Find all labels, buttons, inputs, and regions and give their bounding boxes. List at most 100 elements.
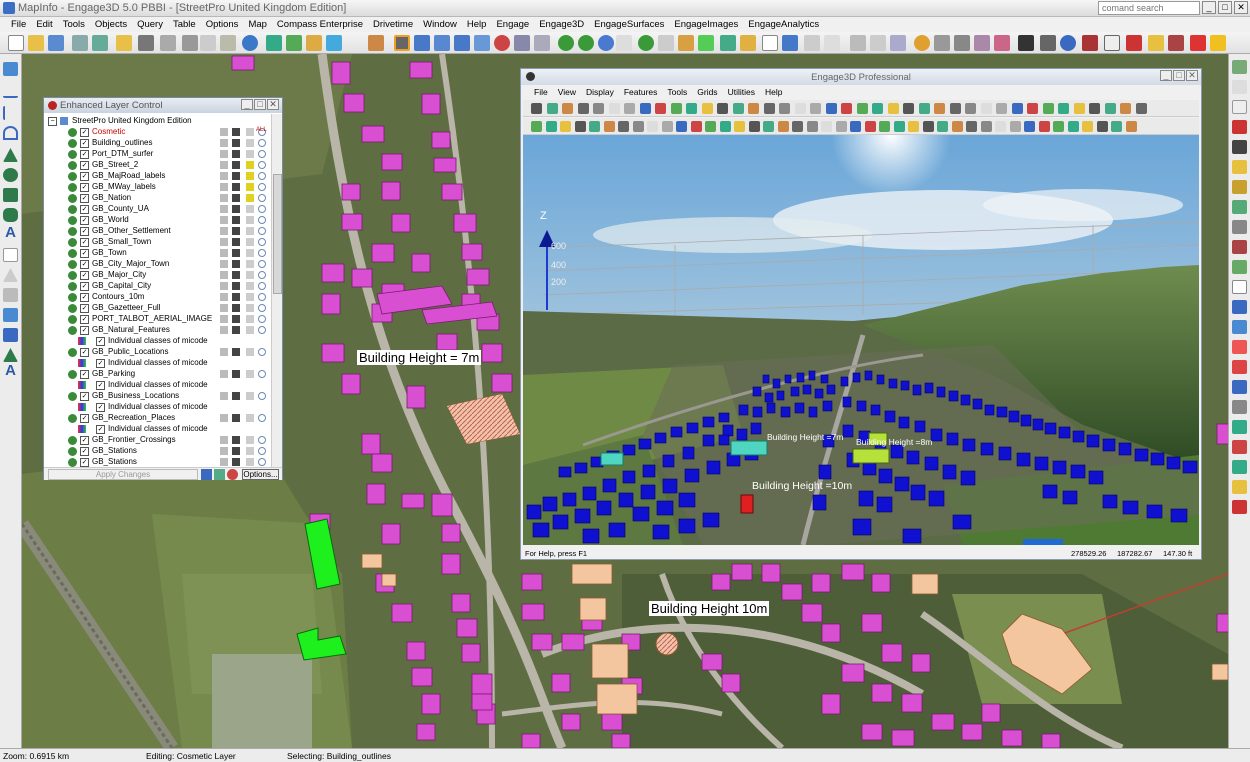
menu-map[interactable]: Map [243,19,271,30]
selectable-icon[interactable] [232,249,240,257]
network-icon[interactable] [1040,35,1056,51]
menu-table[interactable]: Table [168,19,201,30]
e3d-tool-2-4-icon[interactable] [574,121,586,132]
selectable-icon[interactable] [232,326,240,334]
cut-icon[interactable] [182,35,198,51]
close-button[interactable]: ✕ [1234,1,1248,14]
zoom-layer-icon[interactable] [258,392,266,400]
e3d-tool-2-41-icon[interactable] [1111,121,1122,132]
e3d-tool-2-27-icon[interactable] [908,121,919,132]
invert-select-icon[interactable] [514,35,530,51]
zoom-in-icon[interactable] [558,35,574,51]
visibility-icon[interactable] [68,348,77,357]
label-icon[interactable] [246,271,254,279]
remove-icon[interactable] [1126,35,1142,51]
selectable-icon[interactable] [232,150,240,158]
route-icon[interactable] [974,35,990,51]
label-icon[interactable] [246,260,254,268]
editable-icon[interactable] [220,458,228,466]
e3d-tool-1-6-icon[interactable] [608,103,620,114]
symbol-tool-icon[interactable] [3,62,18,76]
label-icon[interactable] [246,216,254,224]
e3d-tool-2-5-icon[interactable] [589,121,600,132]
engage3d-close-button[interactable]: ✕ [1186,70,1198,81]
r-tool-10-icon[interactable] [1232,240,1247,254]
editable-icon[interactable] [220,128,228,136]
zoom-layer-icon[interactable] [258,260,266,268]
editable-icon[interactable] [220,370,228,378]
label-icon[interactable] [246,436,254,444]
layer-checkbox[interactable]: ✓ [80,194,89,203]
e3d-tool-1-39-icon[interactable] [1120,103,1131,114]
e3d-menu-grids[interactable]: Grids [692,86,722,99]
selectable-icon[interactable] [232,194,240,202]
visibility-icon[interactable] [68,139,77,148]
reshape-tool-icon[interactable] [3,268,18,282]
label-icon[interactable] [246,128,254,136]
r-tool-23-icon[interactable] [1232,500,1247,514]
text-tool-icon[interactable]: A [3,225,18,240]
e3d-tool-1-31-icon[interactable] [996,103,1007,114]
e3d-tool-2-30-icon[interactable] [951,121,963,132]
e3d-tool-1-8-icon[interactable] [639,103,651,114]
clip-region-icon[interactable] [804,35,820,51]
visibility-icon[interactable] [68,260,77,269]
layer-checkbox[interactable]: ✓ [96,381,105,390]
editable-icon[interactable] [220,304,228,312]
editable-icon[interactable] [220,282,228,290]
selectable-icon[interactable] [232,128,240,136]
selectable-icon[interactable] [232,293,240,301]
selectable-icon[interactable] [232,183,240,191]
zoom-layer-icon[interactable] [258,414,266,422]
e3d-tool-2-8-icon[interactable] [632,121,644,132]
r-tool-18-icon[interactable] [1232,400,1247,414]
print-preview-icon[interactable] [160,35,176,51]
layer-checkbox[interactable]: ✓ [80,260,89,269]
lightning-icon[interactable] [1148,35,1164,51]
zoom-out-icon[interactable] [578,35,594,51]
e3d-tool-1-19-icon[interactable] [810,103,821,114]
e3d-tool-2-25-icon[interactable] [879,121,890,132]
r-tool-3-icon[interactable] [1232,100,1247,114]
selectable-icon[interactable] [232,238,240,246]
e3d-tool-2-20-icon[interactable] [806,121,818,132]
rounded-rect-tool-icon[interactable] [3,208,18,222]
line-style-icon[interactable] [3,308,18,322]
visibility-icon[interactable] [68,282,77,291]
polygon-select-icon[interactable] [454,35,470,51]
folder-icon[interactable] [116,35,132,51]
label-icon[interactable] [246,326,254,334]
visibility-icon[interactable] [68,392,77,401]
layer-control-icon[interactable] [720,35,736,51]
e3d-tool-1-24-icon[interactable] [887,103,899,114]
scissors-icon[interactable] [1190,35,1206,51]
3d-scene-view[interactable]: Z 600 400 200 Building Height =7m Buildi… [523,135,1199,545]
layer-checkbox[interactable]: ✓ [80,282,89,291]
e3d-tool-2-19-icon[interactable] [792,121,803,132]
options-button[interactable]: Options... [242,469,279,480]
menu-edit[interactable]: Edit [31,19,57,30]
e3d-tool-2-9-icon[interactable] [647,121,658,132]
editable-icon[interactable] [220,216,228,224]
e3d-tool-2-35-icon[interactable] [1024,121,1035,132]
visibility-icon[interactable] [68,128,77,137]
editable-icon[interactable] [220,238,228,246]
r-tool-21-icon[interactable] [1232,460,1247,474]
layer-checkbox[interactable]: ✓ [80,304,89,313]
r-tool-4-icon[interactable] [1232,120,1247,134]
selectable-icon[interactable] [232,260,240,268]
layer-checkbox[interactable]: ✓ [80,150,89,159]
map-window-icon[interactable] [286,35,302,51]
visibility-icon[interactable] [68,370,77,379]
e3d-tool-1-7-icon[interactable] [624,103,635,114]
command-search-input[interactable] [1098,1,1200,15]
menu-drivetime[interactable]: Drivetime [368,19,418,30]
zoom-layer-icon[interactable] [258,249,266,257]
layer-checkbox[interactable]: ✓ [96,403,105,412]
e3d-tool-1-40-icon[interactable] [1135,103,1147,114]
label-icon[interactable] [246,227,254,235]
e3d-tool-1-5-icon[interactable] [593,103,604,114]
menu-engage3d[interactable]: Engage3D [534,19,589,30]
e3d-tool-2-22-icon[interactable] [835,121,847,132]
e3d-tool-1-38-icon[interactable] [1104,103,1116,114]
